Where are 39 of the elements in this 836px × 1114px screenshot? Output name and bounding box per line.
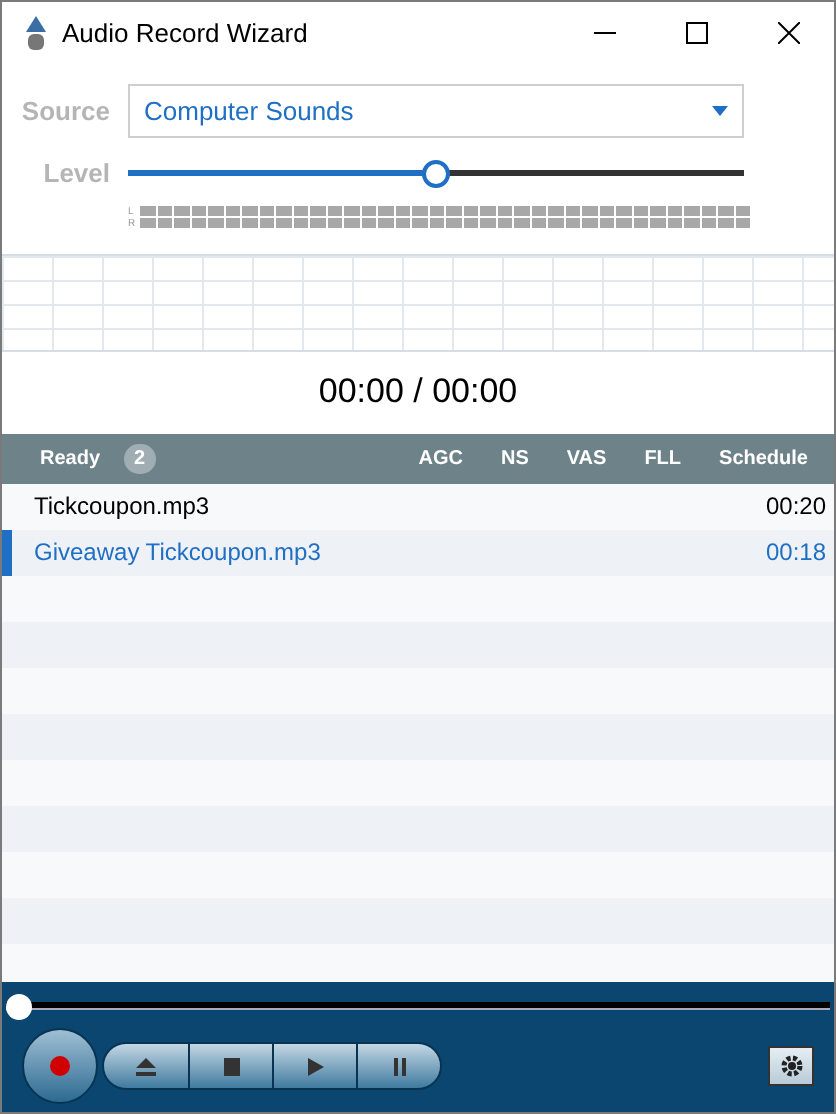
eject-button[interactable] xyxy=(104,1044,188,1088)
file-row[interactable]: Tickcoupon.mp3 00:20 xyxy=(2,483,834,529)
file-name: Tickcoupon.mp3 xyxy=(34,490,210,524)
minimize-icon xyxy=(593,32,615,34)
slider-thumb[interactable] xyxy=(422,159,450,188)
stop-icon xyxy=(221,1057,241,1075)
column-header: AGC xyxy=(418,445,463,473)
pause-icon xyxy=(389,1057,409,1075)
status-label: Ready xyxy=(40,445,101,473)
play-button[interactable] xyxy=(272,1044,356,1088)
dropdown-arrow-icon xyxy=(712,106,728,116)
column-header: Schedule xyxy=(719,445,808,473)
time-display: 00:00 / 00:00 xyxy=(318,370,518,415)
column-header: FLL xyxy=(644,445,682,473)
stop-button[interactable] xyxy=(188,1044,272,1088)
wizard-icon xyxy=(20,15,52,51)
record-icon xyxy=(50,1056,70,1076)
source-dropdown[interactable]: Computer Sounds xyxy=(128,84,744,138)
seek-slider[interactable] xyxy=(6,992,830,1020)
file-duration: 00:18 xyxy=(765,536,826,570)
settings-icon xyxy=(779,1054,803,1078)
file-name: Giveaway Tickcoupon.mp3 xyxy=(34,536,321,570)
window-title: Audio Record Wizard xyxy=(62,15,308,52)
maximize-icon xyxy=(685,22,707,44)
pause-button[interactable] xyxy=(356,1044,440,1088)
level-slider[interactable] xyxy=(128,159,744,188)
file-duration: 00:20 xyxy=(765,490,826,524)
file-row[interactable]: Giveaway Tickcoupon.mp3 00:18 xyxy=(2,529,834,575)
play-icon xyxy=(305,1057,325,1075)
count-badge: 2 xyxy=(124,443,156,473)
source-label: Source xyxy=(19,93,112,130)
close-icon xyxy=(777,22,799,44)
eject-icon xyxy=(136,1057,156,1075)
seek-thumb[interactable] xyxy=(6,993,32,1019)
record-button[interactable] xyxy=(22,1028,98,1104)
settings-button[interactable] xyxy=(768,1046,814,1086)
column-header: NS xyxy=(500,445,529,473)
column-header: VAS xyxy=(566,445,607,473)
level-label: Level xyxy=(41,156,112,192)
